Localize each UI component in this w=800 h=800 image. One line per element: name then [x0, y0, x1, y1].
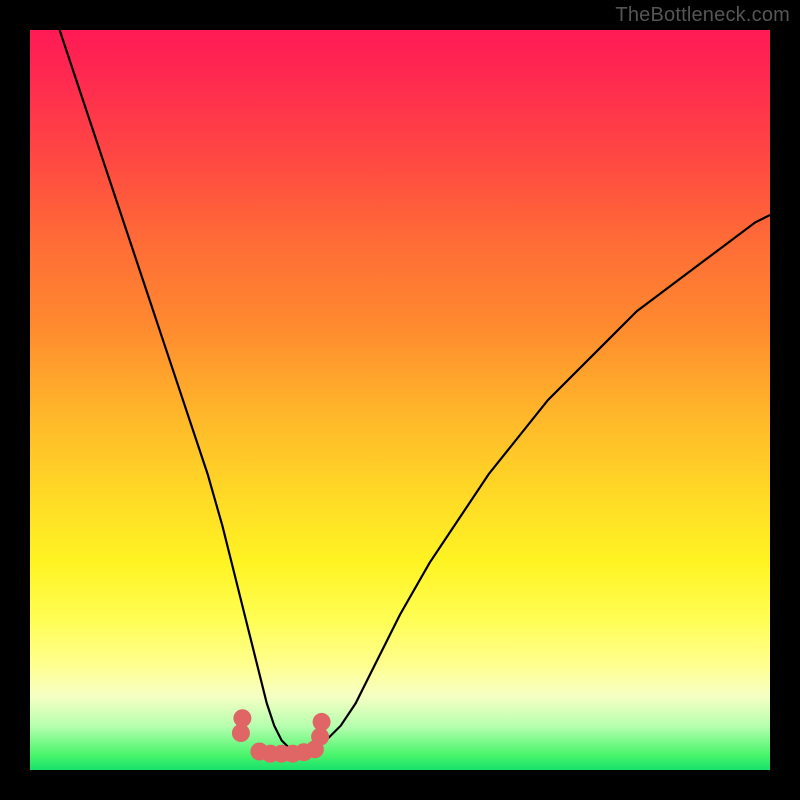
bottleneck-curve [60, 30, 770, 748]
marker-dot [233, 709, 251, 727]
highlight-markers [232, 709, 331, 763]
attribution-watermark: TheBottleneck.com [615, 4, 790, 27]
chart-plot-area [30, 30, 770, 770]
marker-dot [313, 713, 331, 731]
chart-frame: TheBottleneck.com [0, 0, 800, 800]
chart-svg [30, 30, 770, 770]
